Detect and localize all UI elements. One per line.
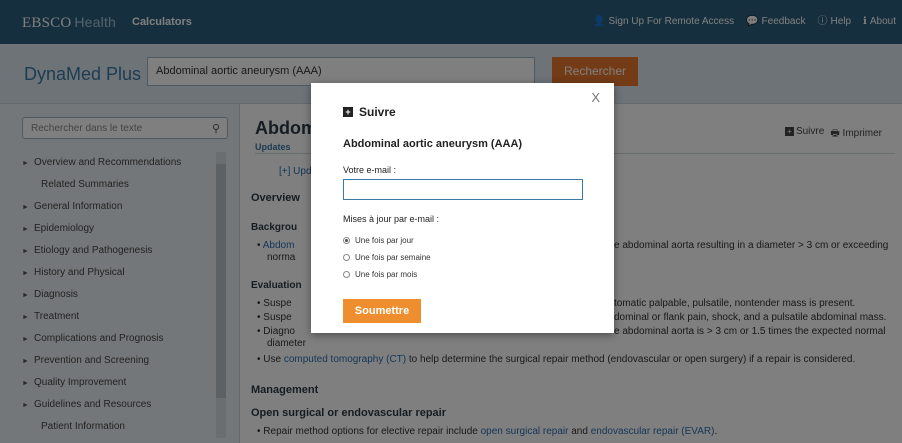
plus-icon: + [343, 107, 353, 117]
radio-daily-label: Une fois par jour [355, 236, 414, 245]
radio-monthly-label: Une fois par mois [355, 270, 418, 279]
modal-title-text: Suivre [359, 105, 396, 119]
follow-modal: X + Suivre Abdominal aortic aneurysm (AA… [311, 83, 614, 333]
radio-button[interactable] [343, 254, 350, 261]
radio-weekly[interactable]: Une fois par semaine [343, 253, 431, 262]
close-button[interactable]: X [591, 90, 600, 105]
email-field[interactable] [343, 179, 583, 200]
submit-button[interactable]: Soumettre [343, 299, 421, 323]
radio-weekly-label: Une fois par semaine [355, 253, 431, 262]
email-label: Votre e-mail : [343, 165, 397, 175]
modal-title: + Suivre [343, 105, 396, 119]
radio-daily[interactable]: Une fois par jour [343, 236, 414, 245]
radio-monthly[interactable]: Une fois par mois [343, 270, 417, 279]
email-updates-label: Mises à jour par e-mail : [343, 214, 440, 224]
radio-button[interactable] [343, 237, 350, 244]
modal-topic: Abdominal aortic aneurysm (AAA) [343, 138, 523, 150]
radio-button[interactable] [343, 271, 350, 278]
